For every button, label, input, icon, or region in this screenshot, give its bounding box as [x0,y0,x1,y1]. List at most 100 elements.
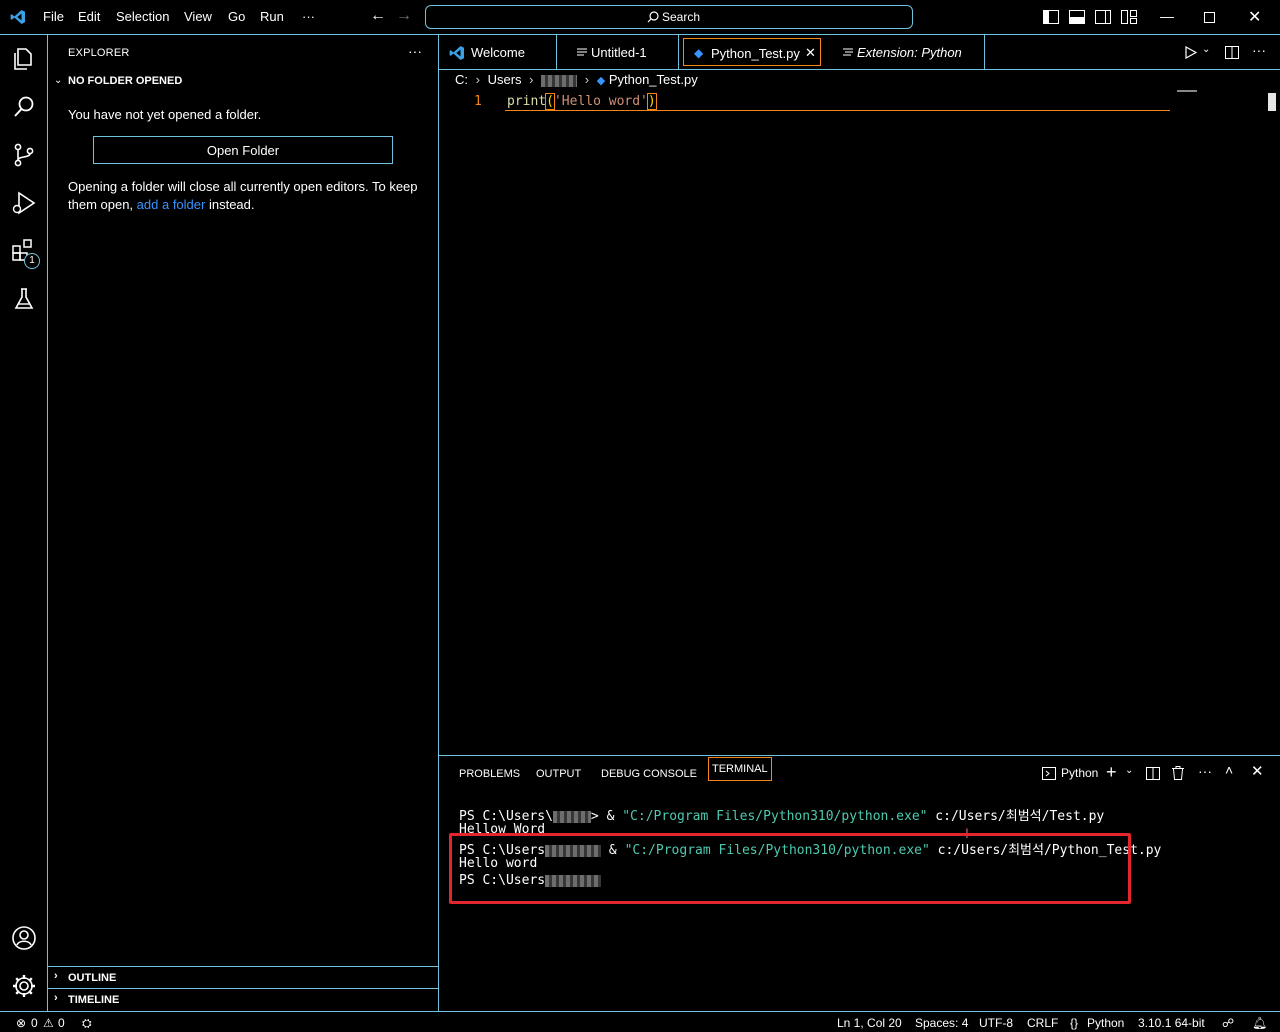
chevron-down-icon[interactable]: ⌄ [1202,44,1210,55]
toggle-panel-icon[interactable] [1069,10,1085,24]
menu-edit[interactable]: Edit [78,9,100,24]
chevron-down-icon[interactable]: ⌄ [1125,765,1133,776]
menu-view[interactable]: View [184,9,212,24]
line-number: 1 [474,94,482,109]
panel-tab-terminal[interactable]: TERMINAL [708,757,772,781]
tab-extension-python[interactable]: Extension: Python [825,35,985,69]
code-function: print [507,94,547,109]
cursor-position[interactable]: Ln 1, Col 20 [837,1016,902,1030]
maximize-icon[interactable] [1204,12,1215,23]
panel-tab-debug-console[interactable]: DEBUG CONSOLE [601,768,697,780]
menu-file[interactable]: File [43,9,64,24]
tab-untitled[interactable]: Untitled-1 [557,35,679,69]
customize-layout-icon[interactable] [1121,10,1137,24]
terminal-text: c:/Users/최범석/Test.py [927,809,1105,824]
maximize-panel-icon[interactable]: ˄ [1225,762,1233,778]
close-window-icon[interactable]: ✕ [1248,7,1261,27]
braces-icon[interactable]: {} [1070,1016,1078,1030]
timeline-section[interactable]: › TIMELINE [48,988,438,1010]
breadcrumb-drive[interactable]: C: [455,72,468,87]
split-terminal-icon[interactable] [1146,767,1160,780]
outline-section[interactable]: › OUTLINE [48,966,438,988]
breadcrumb-file[interactable]: Python_Test.py [609,72,698,87]
forward-arrow-icon[interactable]: → [396,7,412,25]
minimap[interactable] [1177,90,1197,92]
toggle-primary-sidebar-icon[interactable] [1043,10,1059,24]
editor-tab-bar: Welcome Untitled-1 ◆ Python_Test.py ✕ Ex… [439,35,1280,70]
tab-label: Python_Test.py [711,46,800,61]
open-folder-hint: Opening a folder will close all currentl… [68,178,428,214]
chevron-down-icon[interactable]: ⌄ [54,75,62,86]
indentation[interactable]: Spaces: 4 [915,1016,968,1030]
source-control-icon[interactable] [10,141,38,169]
search-icon[interactable] [10,93,38,121]
toggle-secondary-sidebar-icon[interactable] [1095,10,1111,24]
redacted-username [541,74,578,87]
sidebar-title: EXPLORER [68,47,130,59]
outline-label: OUTLINE [68,972,117,984]
explorer-icon[interactable] [10,45,38,73]
no-folder-message: You have not yet opened a folder. [68,107,262,122]
encoding[interactable]: UTF-8 [979,1016,1013,1030]
title-bar: File Edit Selection View Go Run ··· ← → … [0,0,1280,35]
code-editor[interactable]: 1 print('Hello word') [439,90,1280,755]
more-actions-icon[interactable]: ··· [408,43,422,59]
chevron-right-icon: › [529,72,534,87]
scrollbar-thumb[interactable] [1268,93,1276,111]
menu-run[interactable]: Run [260,9,284,24]
code-string: 'Hello word' [553,94,648,109]
close-panel-icon[interactable]: ✕ [1251,762,1264,780]
vscode-logo-icon [10,10,25,24]
warning-count[interactable]: 0 [58,1016,65,1030]
feedback-icon[interactable]: ☍ [1222,1016,1234,1030]
hint-suffix: instead. [208,197,255,212]
more-actions-icon[interactable]: ··· [1252,42,1266,58]
python-interpreter[interactable]: 3.10.1 64-bit [1138,1016,1205,1030]
new-terminal-plus-icon[interactable]: + [1106,762,1117,783]
back-arrow-icon[interactable]: ← [370,7,386,25]
accounts-icon[interactable] [10,924,38,952]
panel-tab-output[interactable]: OUTPUT [536,768,581,780]
tab-label: Untitled-1 [591,45,647,60]
panel-tab-problems[interactable]: PROBLEMS [459,768,520,780]
python-file-icon: ◆ [694,46,704,60]
red-annotation-box [449,833,1131,904]
command-center-search[interactable]: Search [425,5,913,29]
menu-go[interactable]: Go [228,9,245,24]
ports-icon[interactable]: ⛭ [82,1016,92,1031]
error-count[interactable]: 0 [31,1016,38,1030]
terminal-icon [1042,767,1056,780]
minimize-icon[interactable]: — [1160,8,1174,24]
language-mode[interactable]: Python [1087,1016,1124,1030]
line-ending[interactable]: CRLF [1027,1016,1058,1030]
warning-icon: ⚠ [43,1016,54,1030]
menu-selection[interactable]: Selection [116,9,169,24]
chevron-right-icon: › [475,72,480,87]
testing-flask-icon[interactable] [10,285,38,313]
no-folder-section-title[interactable]: NO FOLDER OPENED [68,75,182,87]
timeline-label: TIMELINE [68,994,120,1006]
file-text-icon [577,48,587,56]
breadcrumb-folder[interactable]: Users [488,72,522,87]
chevron-right-icon: › [54,970,58,982]
manage-gear-icon[interactable] [10,972,38,1000]
more-actions-icon[interactable]: ··· [1198,763,1212,779]
tab-welcome[interactable]: Welcome [439,35,557,69]
code-paren-close: ) [646,93,657,110]
activity-bar: 1 [0,35,48,1011]
run-debug-icon[interactable] [10,189,38,217]
preview-icon [843,48,853,56]
tab-python-test[interactable]: ◆ Python_Test.py ✕ [683,38,821,66]
split-editor-icon[interactable] [1225,46,1239,59]
menu-more[interactable]: ··· [302,9,315,24]
terminal-shell-label[interactable]: Python [1061,766,1098,780]
run-python-file-icon[interactable] [1185,46,1197,59]
trash-icon[interactable] [1172,766,1184,780]
open-folder-button[interactable]: Open Folder [93,136,393,164]
code-paren-open: ( [545,93,555,110]
add-folder-link[interactable]: add a folder [137,197,206,212]
notifications-bell-icon[interactable]: 🔔︎ [1252,1016,1267,1030]
explorer-sidebar: EXPLORER ··· ⌄ NO FOLDER OPENED You have… [48,35,439,1011]
code-line[interactable]: print('Hello word') [507,93,657,110]
close-tab-icon[interactable]: ✕ [805,45,816,61]
